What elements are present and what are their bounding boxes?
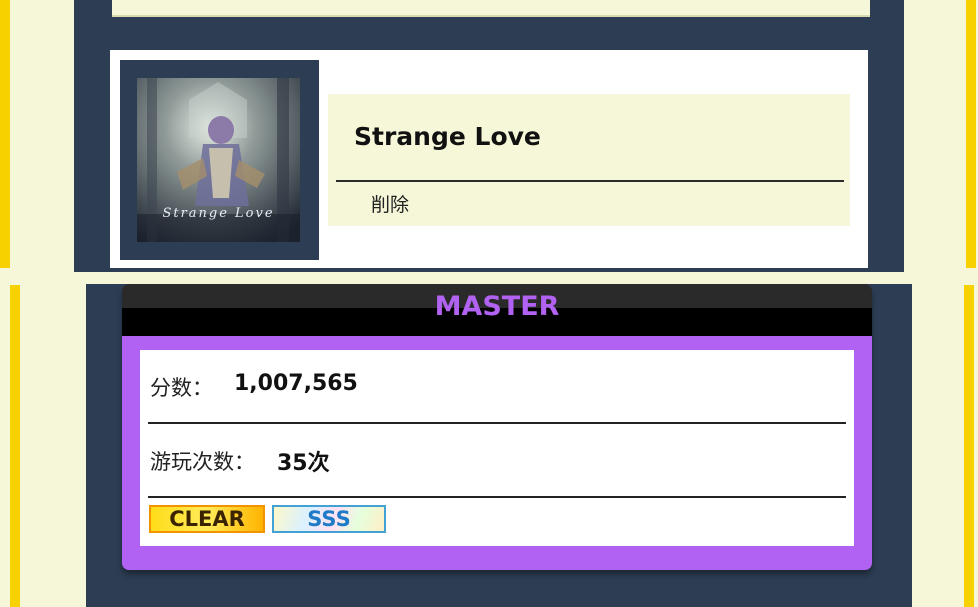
right-edge-stripe xyxy=(966,0,976,268)
left-edge-stripe-lower xyxy=(10,285,20,607)
song-artist: 削除 xyxy=(371,194,410,216)
play-count-label: 游玩次数： xyxy=(150,450,255,474)
clear-badge: CLEAR xyxy=(149,505,265,533)
divider xyxy=(148,496,846,498)
play-count-value: 35次 xyxy=(277,451,330,476)
song-info-box: Strange Love 削除 xyxy=(328,94,850,226)
divider xyxy=(148,422,846,424)
right-edge-stripe-lower xyxy=(964,285,974,607)
difficulty-label: MASTER xyxy=(434,291,560,322)
song-title: Strange Love xyxy=(354,122,541,151)
song-card[interactable]: Strange Love Strange Love 削除 xyxy=(110,50,868,268)
left-edge-stripe xyxy=(0,0,10,268)
previous-card-edge[interactable] xyxy=(112,0,870,17)
score-label: 分数： xyxy=(150,376,213,400)
divider xyxy=(336,180,844,182)
score-details: 分数： 1,007,565 游玩次数： 35次 CLEAR SSS xyxy=(140,350,854,546)
jacket-frame: Strange Love xyxy=(120,60,319,260)
jacket-title-text: Strange Love xyxy=(162,206,275,221)
score-value: 1,007,565 xyxy=(234,371,358,396)
difficulty-header: MASTER xyxy=(122,284,872,336)
rank-badge: SSS xyxy=(272,505,386,533)
song-jacket-image: Strange Love xyxy=(137,78,300,242)
difficulty-score-card[interactable]: MASTER 分数： 1,007,565 游玩次数： 35次 CLEAR SSS xyxy=(122,284,872,570)
